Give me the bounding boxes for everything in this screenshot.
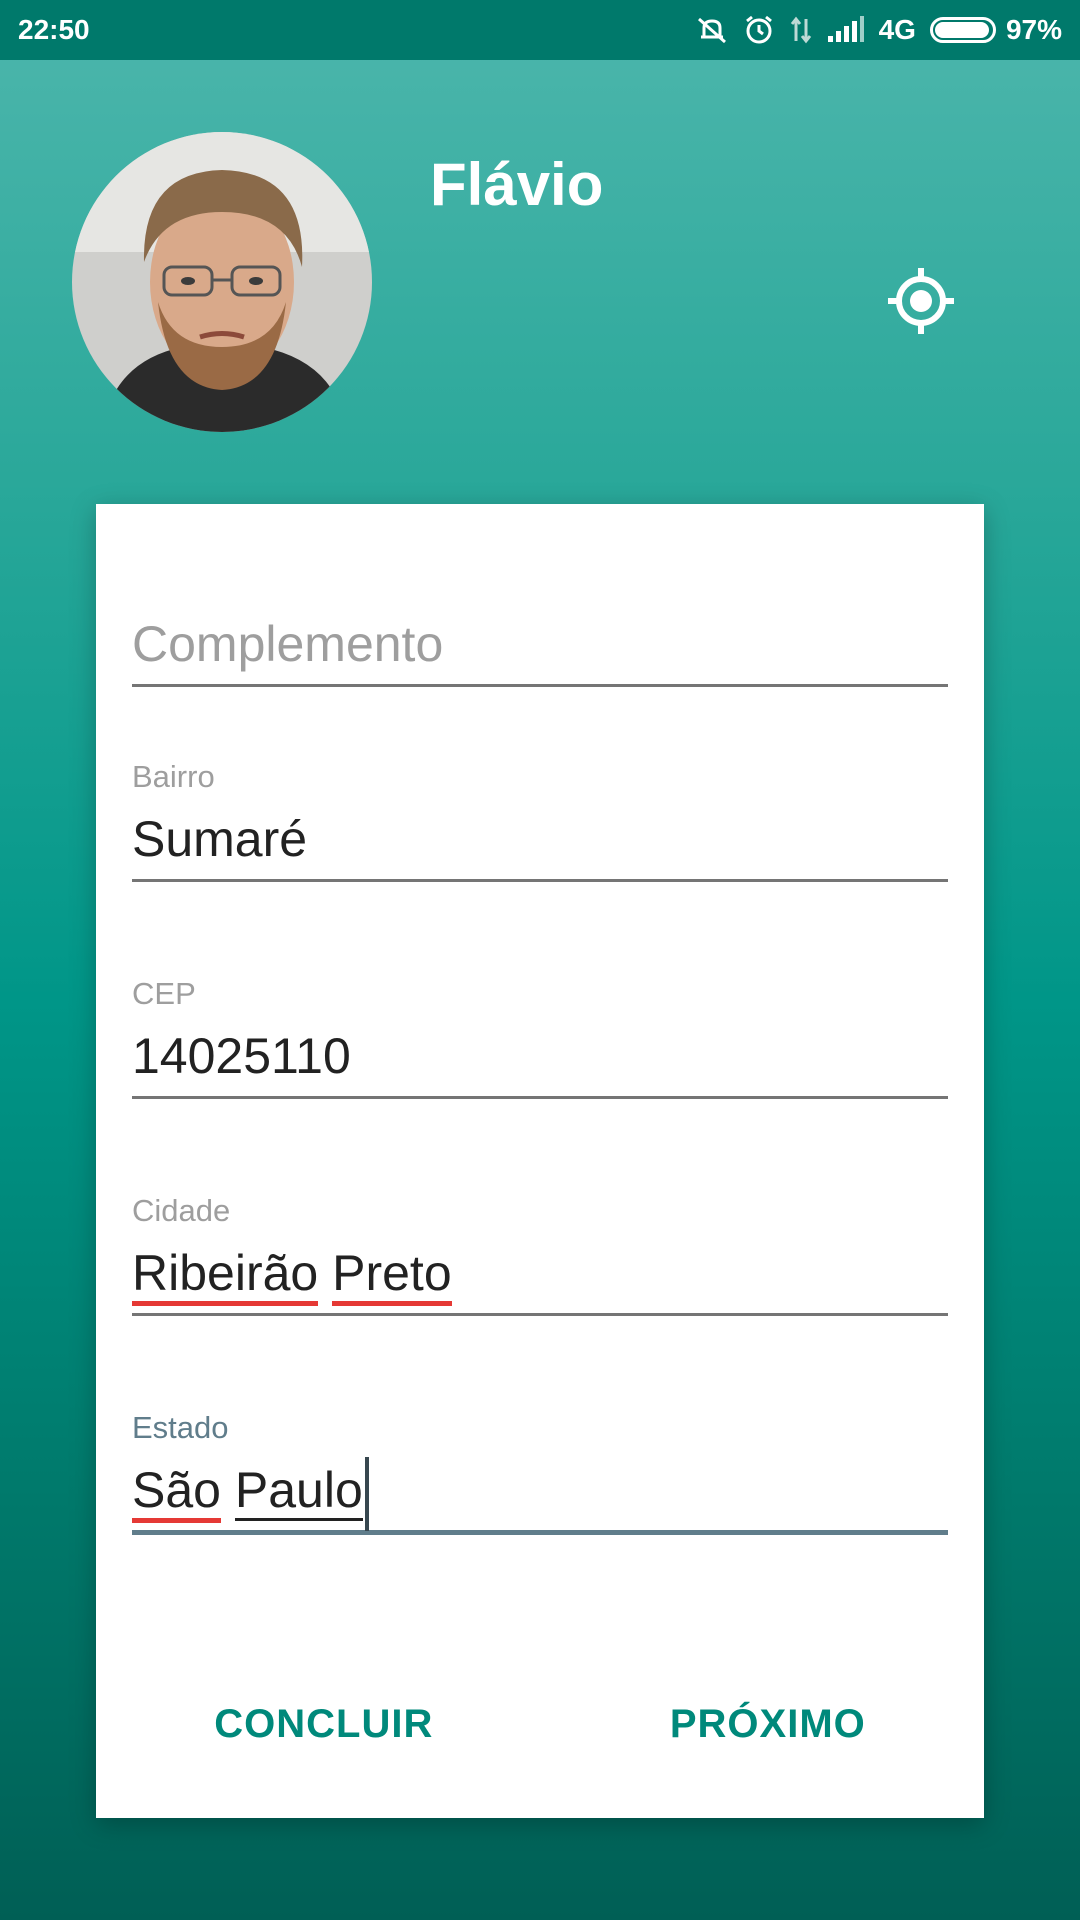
cep-label: CEP [132, 976, 196, 1011]
avatar[interactable] [72, 132, 372, 432]
battery-shell [929, 17, 996, 43]
locate-button[interactable] [880, 260, 962, 342]
proximo-button[interactable]: PRÓXIMO [630, 1686, 906, 1763]
status-bar: 22:50 4G 97% [0, 0, 1080, 60]
profile-name: Flávio [430, 151, 604, 218]
complemento-placeholder: Complemento [132, 616, 444, 672]
estado-input[interactable]: São Paulo [132, 1450, 948, 1535]
status-icons: 4G 97% [695, 14, 1062, 46]
data-arrows-icon [789, 15, 813, 45]
alarm-icon [743, 14, 775, 46]
cidade-field[interactable]: Cidade Ribeirão Preto [132, 1193, 948, 1316]
estado-value-word-1: São [132, 1462, 221, 1523]
bairro-value: Sumaré [132, 811, 308, 867]
cidade-input[interactable]: Ribeirão Preto [132, 1233, 948, 1316]
bairro-field[interactable]: Bairro Sumaré [132, 759, 948, 882]
bairro-label: Bairro [132, 759, 215, 794]
cep-value: 14025110 [132, 1028, 351, 1084]
avatar-photo [72, 132, 372, 432]
cidade-label: Cidade [132, 1193, 231, 1228]
mute-icon [695, 15, 729, 45]
bairro-input[interactable]: Sumaré [132, 799, 948, 882]
profile-header: Flávio [0, 60, 1080, 500]
complemento-input[interactable]: Complemento [132, 604, 948, 687]
complemento-field[interactable]: Complemento [132, 604, 948, 687]
network-type: 4G [878, 14, 916, 45]
cidade-value-word-2: Preto [332, 1245, 452, 1306]
gps-target-icon [888, 268, 954, 334]
cidade-value-word-1: Ribeirão [132, 1245, 319, 1306]
estado-field[interactable]: Estado São Paulo [132, 1410, 948, 1535]
text-cursor [364, 1456, 369, 1531]
address-form-card: Complemento Bairro Sumaré CEP 14025110 C… [96, 504, 984, 1818]
battery-percent: 97% [1005, 14, 1062, 45]
status-time: 22:50 [18, 14, 90, 45]
estado-value-word-2: Paulo [234, 1462, 363, 1521]
estado-label: Estado [132, 1410, 229, 1445]
signal-icon [827, 16, 865, 44]
battery-fill [934, 22, 990, 38]
cep-field[interactable]: CEP 14025110 [132, 976, 948, 1099]
concluir-button[interactable]: CONCLUIR [174, 1686, 473, 1763]
battery-icon: 97% [929, 14, 1062, 46]
form-actions: CONCLUIR PRÓXIMO [96, 1674, 984, 1774]
cep-input[interactable]: 14025110 [132, 1016, 948, 1099]
